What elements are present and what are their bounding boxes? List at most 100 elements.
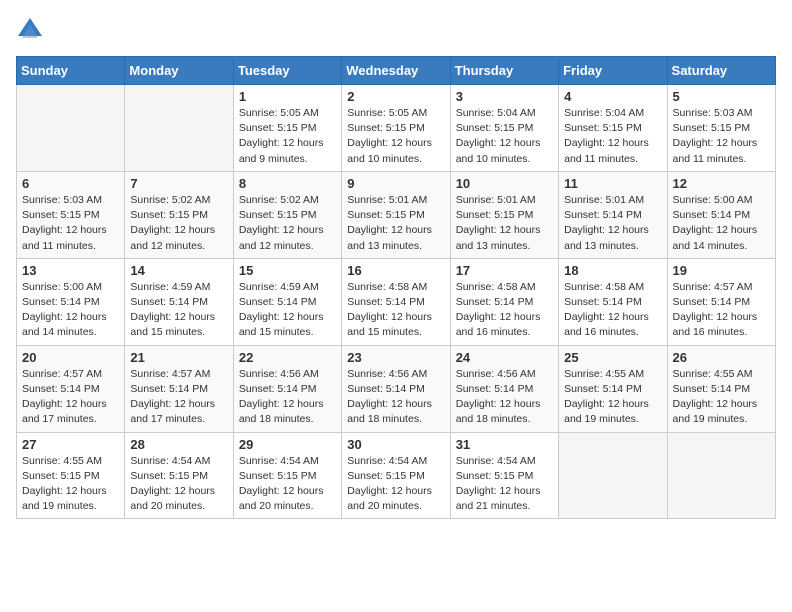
page-header: [16, 16, 776, 44]
day-info: Sunrise: 4:54 AMSunset: 5:15 PMDaylight:…: [239, 454, 336, 515]
day-number: 7: [130, 176, 227, 191]
day-number: 5: [673, 89, 770, 104]
calendar-week-3: 13Sunrise: 5:00 AMSunset: 5:14 PMDayligh…: [17, 258, 776, 345]
day-number: 17: [456, 263, 553, 278]
calendar-cell: 28 Sunrise: 4:54 AMSunset: 5:15 PMDayligh…: [125, 432, 233, 519]
day-number: 3: [456, 89, 553, 104]
calendar-cell: 5 Sunrise: 5:03 AMSunset: 5:15 PMDaylight…: [667, 85, 775, 172]
day-info: Sunrise: 4:57 AMSunset: 5:14 PMDaylight:…: [673, 280, 770, 341]
day-info: Sunrise: 4:58 AMSunset: 5:14 PMDaylight:…: [456, 280, 553, 341]
calendar-week-2: 6 Sunrise: 5:03 AMSunset: 5:15 PMDaylight…: [17, 171, 776, 258]
calendar-cell: 19Sunrise: 4:57 AMSunset: 5:14 PMDayligh…: [667, 258, 775, 345]
calendar-week-4: 20 Sunrise: 4:57 AMSunset: 5:14 PMDayligh…: [17, 345, 776, 432]
day-info: Sunrise: 5:05 AMSunset: 5:15 PMDaylight:…: [239, 106, 336, 167]
day-info: Sunrise: 4:54 AMSunset: 5:15 PMDaylight:…: [456, 454, 553, 515]
day-number: 12: [673, 176, 770, 191]
day-info: Sunrise: 5:00 AMSunset: 5:14 PMDaylight:…: [22, 280, 119, 341]
weekday-header-tuesday: Tuesday: [233, 57, 341, 85]
calendar-cell: 30 Sunrise: 4:54 AMSunset: 5:15 PMDayligh…: [342, 432, 450, 519]
calendar-cell: 11 Sunrise: 5:01 AMSunset: 5:14 PMDayligh…: [559, 171, 667, 258]
day-info: Sunrise: 4:54 AMSunset: 5:15 PMDaylight:…: [130, 454, 227, 515]
day-info: Sunrise: 4:56 AMSunset: 5:14 PMDaylight:…: [347, 367, 444, 428]
day-info: Sunrise: 4:58 AMSunset: 5:14 PMDaylight:…: [347, 280, 444, 341]
day-number: 26: [673, 350, 770, 365]
day-number: 30: [347, 437, 444, 452]
day-number: 22: [239, 350, 336, 365]
calendar-cell: 7 Sunrise: 5:02 AMSunset: 5:15 PMDaylight…: [125, 171, 233, 258]
day-info: Sunrise: 5:01 AMSunset: 5:15 PMDaylight:…: [456, 193, 553, 254]
day-info: Sunrise: 5:01 AMSunset: 5:15 PMDaylight:…: [347, 193, 444, 254]
calendar-cell: 27Sunrise: 4:55 AMSunset: 5:15 PMDayligh…: [17, 432, 125, 519]
calendar-cell: [17, 85, 125, 172]
day-number: 24: [456, 350, 553, 365]
day-info: Sunrise: 5:02 AMSunset: 5:15 PMDaylight:…: [239, 193, 336, 254]
day-info: Sunrise: 5:04 AMSunset: 5:15 PMDaylight:…: [456, 106, 553, 167]
weekday-header-row: SundayMondayTuesdayWednesdayThursdayFrid…: [17, 57, 776, 85]
day-info: Sunrise: 4:57 AMSunset: 5:14 PMDaylight:…: [22, 367, 119, 428]
calendar-cell: 31Sunrise: 4:54 AMSunset: 5:15 PMDayligh…: [450, 432, 558, 519]
day-number: 21: [130, 350, 227, 365]
day-info: Sunrise: 4:54 AMSunset: 5:15 PMDaylight:…: [347, 454, 444, 515]
day-number: 2: [347, 89, 444, 104]
weekday-header-sunday: Sunday: [17, 57, 125, 85]
day-number: 29: [239, 437, 336, 452]
logo-icon: [16, 16, 44, 44]
weekday-header-monday: Monday: [125, 57, 233, 85]
calendar-cell: 26 Sunrise: 4:55 AMSunset: 5:14 PMDayligh…: [667, 345, 775, 432]
day-info: Sunrise: 5:04 AMSunset: 5:15 PMDaylight:…: [564, 106, 661, 167]
day-number: 4: [564, 89, 661, 104]
day-number: 10: [456, 176, 553, 191]
day-number: 14: [130, 263, 227, 278]
day-info: Sunrise: 4:56 AMSunset: 5:14 PMDaylight:…: [456, 367, 553, 428]
calendar-cell: 12 Sunrise: 5:00 AMSunset: 5:14 PMDayligh…: [667, 171, 775, 258]
calendar-week-5: 27Sunrise: 4:55 AMSunset: 5:15 PMDayligh…: [17, 432, 776, 519]
day-info: Sunrise: 4:55 AMSunset: 5:14 PMDaylight:…: [564, 367, 661, 428]
calendar-cell: 4 Sunrise: 5:04 AMSunset: 5:15 PMDaylight…: [559, 85, 667, 172]
day-number: 9: [347, 176, 444, 191]
weekday-header-wednesday: Wednesday: [342, 57, 450, 85]
day-info: Sunrise: 4:58 AMSunset: 5:14 PMDaylight:…: [564, 280, 661, 341]
calendar-cell: 3 Sunrise: 5:04 AMSunset: 5:15 PMDaylight…: [450, 85, 558, 172]
day-info: Sunrise: 5:00 AMSunset: 5:14 PMDaylight:…: [673, 193, 770, 254]
calendar-cell: 1 Sunrise: 5:05 AMSunset: 5:15 PMDaylight…: [233, 85, 341, 172]
day-info: Sunrise: 5:02 AMSunset: 5:15 PMDaylight:…: [130, 193, 227, 254]
day-number: 28: [130, 437, 227, 452]
day-number: 6: [22, 176, 119, 191]
logo: [16, 16, 48, 44]
calendar-cell: 13Sunrise: 5:00 AMSunset: 5:14 PMDayligh…: [17, 258, 125, 345]
calendar-cell: 21 Sunrise: 4:57 AMSunset: 5:14 PMDayligh…: [125, 345, 233, 432]
day-info: Sunrise: 4:55 AMSunset: 5:14 PMDaylight:…: [673, 367, 770, 428]
day-info: Sunrise: 4:56 AMSunset: 5:14 PMDaylight:…: [239, 367, 336, 428]
weekday-header-friday: Friday: [559, 57, 667, 85]
day-number: 1: [239, 89, 336, 104]
calendar-cell: [125, 85, 233, 172]
day-info: Sunrise: 5:03 AMSunset: 5:15 PMDaylight:…: [673, 106, 770, 167]
calendar-cell: 18 Sunrise: 4:58 AMSunset: 5:14 PMDayligh…: [559, 258, 667, 345]
day-number: 11: [564, 176, 661, 191]
weekday-header-saturday: Saturday: [667, 57, 775, 85]
calendar-table: SundayMondayTuesdayWednesdayThursdayFrid…: [16, 56, 776, 519]
day-info: Sunrise: 4:59 AMSunset: 5:14 PMDaylight:…: [239, 280, 336, 341]
day-info: Sunrise: 5:01 AMSunset: 5:14 PMDaylight:…: [564, 193, 661, 254]
day-info: Sunrise: 5:03 AMSunset: 5:15 PMDaylight:…: [22, 193, 119, 254]
calendar-cell: 17 Sunrise: 4:58 AMSunset: 5:14 PMDayligh…: [450, 258, 558, 345]
calendar-cell: [559, 432, 667, 519]
day-info: Sunrise: 4:55 AMSunset: 5:15 PMDaylight:…: [22, 454, 119, 515]
calendar-cell: 20 Sunrise: 4:57 AMSunset: 5:14 PMDayligh…: [17, 345, 125, 432]
day-number: 25: [564, 350, 661, 365]
day-info: Sunrise: 4:59 AMSunset: 5:14 PMDaylight:…: [130, 280, 227, 341]
calendar-cell: 24 Sunrise: 4:56 AMSunset: 5:14 PMDayligh…: [450, 345, 558, 432]
day-info: Sunrise: 4:57 AMSunset: 5:14 PMDaylight:…: [130, 367, 227, 428]
calendar-cell: 8 Sunrise: 5:02 AMSunset: 5:15 PMDaylight…: [233, 171, 341, 258]
calendar-cell: 9 Sunrise: 5:01 AMSunset: 5:15 PMDaylight…: [342, 171, 450, 258]
day-number: 15: [239, 263, 336, 278]
day-number: 16: [347, 263, 444, 278]
calendar-cell: 15 Sunrise: 4:59 AMSunset: 5:14 PMDayligh…: [233, 258, 341, 345]
calendar-cell: 25 Sunrise: 4:55 AMSunset: 5:14 PMDayligh…: [559, 345, 667, 432]
calendar-cell: 23Sunrise: 4:56 AMSunset: 5:14 PMDayligh…: [342, 345, 450, 432]
day-number: 18: [564, 263, 661, 278]
calendar-cell: [667, 432, 775, 519]
day-number: 8: [239, 176, 336, 191]
day-number: 20: [22, 350, 119, 365]
calendar-cell: 29 Sunrise: 4:54 AMSunset: 5:15 PMDayligh…: [233, 432, 341, 519]
